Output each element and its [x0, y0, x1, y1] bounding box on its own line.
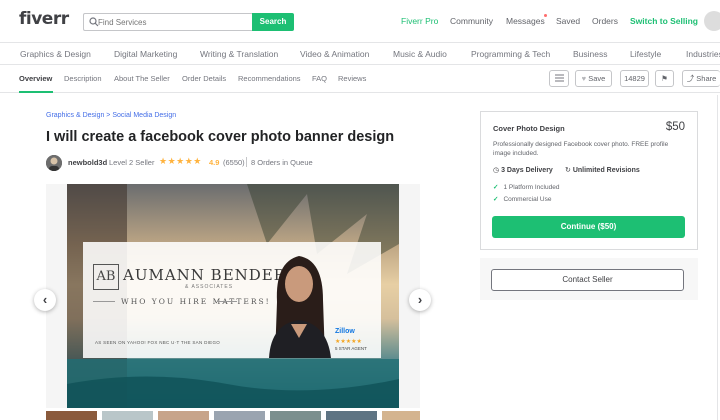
category-writing-translation[interactable]: Writing & Translation — [200, 49, 278, 59]
seller-level: Level 2 Seller — [109, 158, 155, 167]
revisions-label: Unlimited Revisions — [572, 167, 640, 174]
feature-item: ✓ Commercial Use — [493, 195, 552, 203]
active-tab-indicator — [19, 91, 53, 93]
search-button[interactable]: Search — [252, 13, 294, 31]
refresh-icon: ↻ — [565, 167, 571, 174]
share-label: Share — [696, 74, 717, 83]
gig-gallery: AB AUMANN BENDER & ASSOCIATES WHO YOU HI… — [34, 184, 431, 408]
brand-subtitle: & ASSOCIATES — [185, 284, 234, 290]
delivery-label: 3 Days Delivery — [501, 167, 553, 174]
category-video-animation[interactable]: Video & Animation — [300, 49, 369, 59]
share-icon: ⤴ — [686, 74, 695, 83]
as-seen-on-logos: AS SEEN ON YAHOO! FOX NBC U·T THE SAN DI… — [95, 340, 221, 345]
package-price: $50 — [665, 121, 685, 133]
tab-order-details[interactable]: Order Details — [182, 74, 226, 83]
rating-stars: ★★★★★ — [159, 156, 202, 166]
save-button[interactable]: ♥ Save — [575, 70, 612, 87]
thumbnail[interactable] — [158, 411, 209, 420]
divider — [246, 157, 247, 167]
save-count: 14829 — [620, 70, 649, 87]
monogram-logo: AB — [93, 264, 119, 290]
nav-fiverr-pro[interactable]: Fiverr Pro — [401, 16, 438, 26]
chevron-right-icon: › — [417, 292, 423, 307]
seller-name[interactable]: newbold3d — [68, 158, 107, 167]
search-box — [83, 13, 253, 31]
feature-label: Commercial Use — [503, 196, 552, 203]
top-header: fiverr Search Fiverr Pro Community Messa… — [0, 0, 720, 43]
nav-community[interactable]: Community — [450, 16, 493, 26]
zillow-logo: Zillow — [335, 328, 355, 335]
revisions: ↻ Unlimited Revisions — [565, 166, 640, 174]
divider-right — [217, 301, 237, 302]
delivery-time: ◷ 3 Days Delivery — [493, 166, 553, 174]
tab-about-seller[interactable]: About The Seller — [114, 74, 170, 83]
feature-label: 1 Platform Included — [503, 184, 560, 191]
nav-messages[interactable]: Messages — [506, 16, 545, 26]
nav-switch-to-selling[interactable]: Switch to Selling — [630, 16, 698, 26]
chevron-left-icon: ‹ — [42, 292, 48, 307]
report-button[interactable]: ⚑ — [655, 70, 674, 87]
flag-icon: ⚑ — [661, 74, 668, 83]
page-scroll-edge — [717, 95, 718, 420]
gallery-image[interactable]: AB AUMANN BENDER & ASSOCIATES WHO YOU HI… — [67, 184, 399, 408]
thumbnail[interactable] — [326, 411, 377, 420]
rating-value: 4.9 — [209, 158, 220, 167]
contact-seller-section: Contact Seller — [480, 258, 698, 300]
save-label: Save — [588, 74, 606, 83]
gig-subnav: Overview Description About The Seller Or… — [0, 65, 720, 93]
nav-orders[interactable]: Orders — [592, 16, 618, 26]
cover-banner: AB AUMANN BENDER & ASSOCIATES WHO YOU HI… — [83, 242, 381, 358]
orders-in-queue: 8 Orders in Queue — [251, 158, 313, 167]
gallery-thumbnails — [46, 411, 420, 420]
category-digital-marketing[interactable]: Digital Marketing — [114, 49, 177, 59]
zillow-agent-label: 5 STAR AGENT — [335, 346, 367, 351]
thumbnail[interactable] — [46, 411, 97, 420]
review-count[interactable]: (6550) — [223, 158, 245, 167]
category-music-audio[interactable]: Music & Audio — [393, 49, 447, 59]
gig-title: I will create a facebook cover photo ban… — [46, 129, 395, 145]
thumbnail[interactable] — [102, 411, 153, 420]
category-bar: Graphics & Design Digital Marketing Writ… — [0, 43, 720, 65]
search-input[interactable] — [98, 14, 248, 30]
package-description: Professionally designed Facebook cover p… — [493, 141, 669, 157]
messages-notification-dot — [544, 14, 547, 17]
category-lifestyle[interactable]: Lifestyle — [630, 49, 661, 59]
category-industries[interactable]: Industries — [686, 49, 720, 59]
category-programming-tech[interactable]: Programming & Tech — [471, 49, 550, 59]
gallery-prev-button[interactable]: ‹ — [34, 289, 56, 311]
tab-faq[interactable]: FAQ — [312, 74, 327, 83]
contact-seller-button[interactable]: Contact Seller — [491, 269, 684, 291]
category-graphics-design[interactable]: Graphics & Design — [20, 49, 91, 59]
gallery-next-button[interactable]: › — [409, 289, 431, 311]
thumbnail[interactable] — [382, 411, 420, 420]
menu-button[interactable] — [549, 70, 569, 87]
clock-icon: ◷ — [493, 167, 500, 174]
breadcrumb[interactable]: Graphics & Design > Social Media Design — [46, 112, 176, 119]
nav-saved[interactable]: Saved — [556, 16, 580, 26]
heart-icon: ♥ — [581, 74, 587, 83]
thumbnail[interactable] — [270, 411, 321, 420]
continue-button[interactable]: Continue ($50) — [492, 216, 685, 238]
thumbnail[interactable] — [214, 411, 265, 420]
share-button[interactable]: ⤴ Share — [682, 70, 720, 87]
fiverr-logo[interactable]: fiverr — [19, 9, 69, 29]
check-icon: ✓ — [493, 184, 499, 191]
category-business[interactable]: Business — [573, 49, 608, 59]
tab-description[interactable]: Description — [64, 74, 102, 83]
tab-reviews[interactable]: Reviews — [338, 74, 366, 83]
seller-avatar[interactable] — [46, 155, 62, 171]
list-icon — [554, 74, 564, 82]
check-icon: ✓ — [493, 196, 499, 203]
feature-item: ✓ 1 Platform Included — [493, 183, 559, 191]
brand-tagline: WHO YOU HIRE MATTERS! — [121, 297, 271, 306]
package-card: Cover Photo Design $50 Professionally de… — [480, 111, 698, 250]
tab-recommendations[interactable]: Recommendations — [238, 74, 301, 83]
tab-overview[interactable]: Overview — [19, 74, 52, 83]
divider-left — [93, 301, 115, 302]
agent-portrait — [269, 256, 331, 358]
zillow-stars: ★★★★★ — [335, 339, 362, 345]
user-avatar[interactable] — [704, 11, 720, 31]
package-name: Cover Photo Design — [493, 124, 565, 133]
